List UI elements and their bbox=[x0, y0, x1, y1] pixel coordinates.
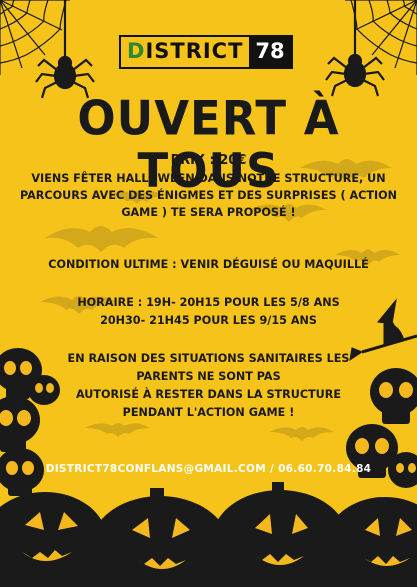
district78-logo: DISTRICT 78 bbox=[119, 35, 293, 69]
price-text: PRIX : 20€ bbox=[170, 153, 247, 168]
contact-info: DISTRICT78CONFLANS@GMAIL.COM / 06.60.70.… bbox=[45, 463, 372, 475]
intro-line: PARCOURS AVEC DES ÉNIGMES ET DES SURPRIS… bbox=[19, 189, 398, 202]
pumpkins-icon bbox=[0, 482, 417, 587]
poster: DISTRICT 78 OUVERT À TOUS PRIX : 20€ VIE… bbox=[0, 0, 417, 587]
hours-line: 20H30- 21H45 POUR LES 9/15 ANS bbox=[100, 314, 317, 327]
condition-text: CONDITION ULTIME : VENIR DÉGUISÉ OU MAQU… bbox=[48, 258, 369, 271]
logo-wordmark: DISTRICT bbox=[121, 37, 250, 67]
sanitary-line: EN RAISON DES SITUATIONS SANITAIRES LES bbox=[67, 352, 350, 365]
intro-line: GAME ) TE SERA PROPOSÉ ! bbox=[121, 206, 296, 219]
logo-initial: D bbox=[127, 39, 146, 63]
logo-text: ISTRICT bbox=[145, 39, 244, 63]
logo-number: 78 bbox=[249, 37, 291, 67]
hours-line: HORAIRE : 19H- 20H15 POUR LES 5/8 ANS bbox=[77, 296, 340, 309]
sanitary-line: PENDANT L'ACTION GAME ! bbox=[122, 406, 295, 419]
sanitary-line: AUTORISÉ À RESTER DANS LA STRUCTURE bbox=[75, 388, 342, 401]
sanitary-line: PARENTS NE SONT PAS bbox=[136, 370, 281, 383]
spider-right-icon bbox=[325, 0, 385, 97]
intro-line: VIENS FÊTER HALLOWEEN DANS NOTRE STRUCTU… bbox=[31, 172, 386, 185]
